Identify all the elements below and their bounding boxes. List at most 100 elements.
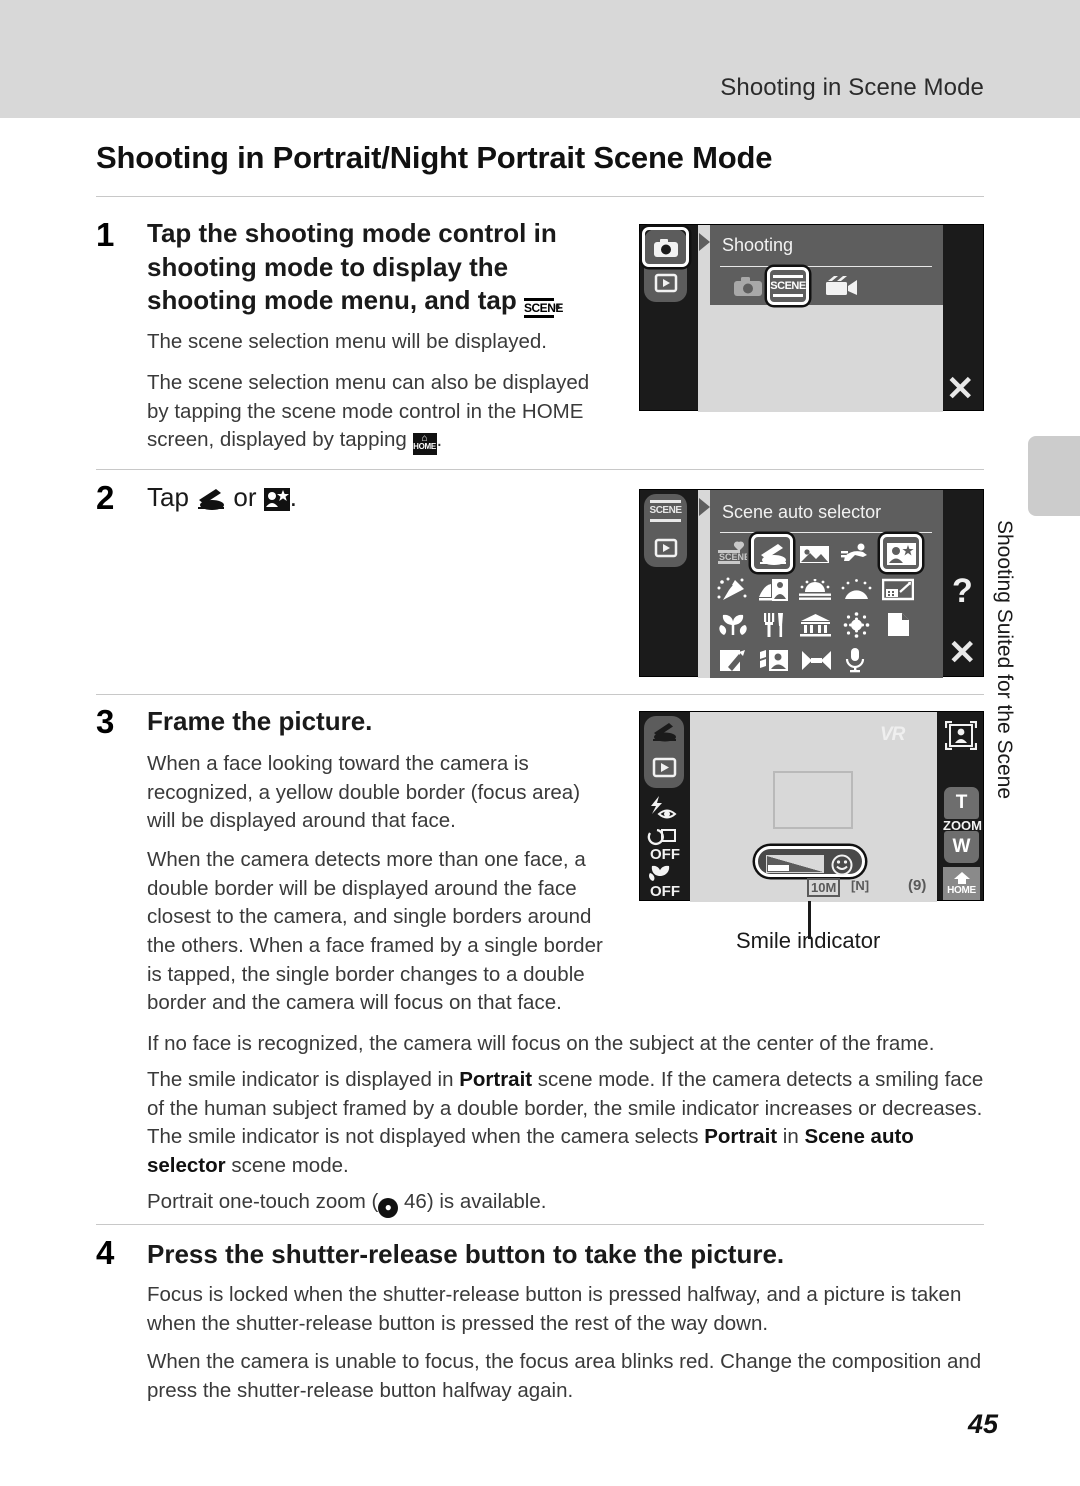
smile-indicator-callout: Smile indicator [736,928,881,953]
focus-area-frame [773,771,853,829]
scene-auto-selector-icon[interactable]: SCENE [716,540,748,566]
portrait-mode-icon[interactable] [650,720,678,744]
landscape-icon[interactable] [798,542,830,566]
manual-page: Shooting in Scene Mode Shooting Suited f… [0,0,1080,1486]
step-4-paragraph-1: Focus is locked when the shutter-release… [147,1283,962,1335]
copy-icon[interactable] [886,611,910,637]
playback-icon[interactable] [652,269,679,296]
smile-bold-1: Portrait [459,1068,533,1091]
chapter-tab [1028,436,1080,516]
smile-fill [768,864,790,871]
menu-separator [720,532,932,533]
step-3-paragraph-2: When the camera detects more than one fa… [147,848,603,1015]
dusk-dawn-icon[interactable] [840,578,872,601]
self-timer-off-icon[interactable]: OFF [646,828,686,862]
zoom-ref-post: ) is available. [426,1190,547,1213]
step-3-heading: Frame the picture. [147,706,373,736]
step-2-heading-mid: or [233,482,257,512]
night-portrait-icon [263,488,290,512]
step-3-paragraph-1: When a face looking toward the camera is… [147,752,581,833]
panorama-assist-icon[interactable] [758,647,789,673]
zoom-wide-icon[interactable]: W [944,831,979,863]
scene-icon: SCENE [524,298,563,319]
shooting-menu-title: Shooting [722,235,794,255]
help-icon[interactable]: ? [952,572,973,611]
page-title: Shooting in Portrait/Night Portrait Scen… [96,140,773,175]
image-quality-badge: [N] [851,878,870,893]
book-ref-icon: ● [378,1198,399,1218]
step-3-zoom-paragraph: Portrait one-touch zoom (● 46) is availa… [147,1188,987,1218]
page-number: 45 [967,1409,998,1439]
divider-step3 [96,694,984,695]
zoom-ref-pre: Portrait one-touch zoom ( [147,1190,379,1213]
smile-seg-1: The smile indicator is displayed in [147,1068,460,1091]
night-portrait-icon[interactable] [887,541,916,566]
zoom-ref-page: 46 [404,1190,427,1213]
step-1-number: 1 [96,216,115,253]
macro-off-icon[interactable]: OFF [646,862,686,898]
close-up-icon[interactable] [716,612,749,637]
svg-text:OFF: OFF [650,846,680,862]
home-label: HOME [947,885,976,896]
menu-separator [720,266,932,267]
step-2-heading: Tap or . [147,481,577,515]
step-3-number: 3 [96,703,115,740]
step-3-smile-paragraph: The smile indicator is displayed in Port… [147,1066,987,1181]
svg-text:OFF: OFF [650,883,680,898]
step-1-paragraph-1: The scene selection menu will be display… [147,330,547,353]
home-icon: ⌂ HOME [412,433,437,456]
step-2-heading-post: . [289,482,297,512]
backlight-icon[interactable] [718,647,746,673]
vr-label: VR [880,724,905,745]
divider-top [96,196,984,197]
pet-portrait-icon[interactable] [800,649,832,671]
close-icon[interactable]: ✕ [946,372,975,406]
beach-snow-icon[interactable] [757,576,789,602]
playback-icon[interactable] [650,754,678,780]
step-4-heading: Press the shutter-release button to take… [147,1239,785,1269]
camera-screen-scene-menu: Scene auto selector SCENE SCENE ? ✕ [639,489,984,678]
movie-icon[interactable] [823,273,861,299]
shots-remaining: (9) [908,877,927,894]
menu-notch [699,498,710,516]
step-1-heading-text: Tap the shooting mode control in shootin… [147,218,557,316]
step-1-paragraph-2: The scene selection menu can also be dis… [147,369,607,456]
divider-step4 [96,1224,984,1225]
sports-icon[interactable] [840,542,871,566]
fireworks-icon[interactable] [841,611,871,638]
auto-camera-icon[interactable] [731,273,765,299]
home-icon[interactable]: HOME [943,867,980,900]
zoom-tele-icon[interactable]: T [944,787,979,819]
step-4-number: 4 [96,1234,115,1271]
scene-mode-icon[interactable]: SCENE [649,496,682,525]
museum-icon[interactable] [799,612,831,637]
voice-recording-icon[interactable] [843,646,867,673]
step-1-heading-tail: . [554,285,562,316]
night-landscape-icon[interactable] [881,577,914,601]
scene-mode-icon[interactable]: SCENE [770,274,806,298]
step-1-heading: Tap the shooting mode control in shootin… [147,217,567,319]
step-1-paragraph-2-text: The scene selection menu can also be dis… [147,371,590,452]
chapter-tab-label: Shooting Suited for the Scene [993,520,1016,800]
running-head: Shooting in Scene Mode [720,74,984,101]
divider-step2 [96,469,984,470]
close-icon[interactable]: ✕ [948,636,977,670]
party-indoor-icon[interactable] [716,576,748,602]
food-icon[interactable] [761,611,785,638]
scene-menu-title: Scene auto selector [722,502,882,522]
face-detect-icon[interactable] [944,720,977,750]
camera-screen-shooting-menu: Shooting SCENE ✕ [639,224,984,412]
sunset-icon[interactable] [798,578,831,601]
menu-notch [699,233,710,251]
step-4-paragraph-2: When the camera is unable to focus, the … [147,1350,982,1402]
portrait-icon [196,487,226,511]
step-3-paragraph-3: If no face is recognized, the camera wil… [147,1032,935,1055]
portrait-icon[interactable] [757,541,788,566]
flash-red-eye-icon[interactable] [648,794,680,822]
step-1-paragraph-2-tail: . [436,428,443,452]
svg-text:SCENE: SCENE [719,552,747,562]
playback-icon[interactable] [652,534,679,561]
smile-indicator [755,846,865,877]
camera-mode-icon[interactable] [652,234,679,261]
smile-face-icon [830,853,853,876]
